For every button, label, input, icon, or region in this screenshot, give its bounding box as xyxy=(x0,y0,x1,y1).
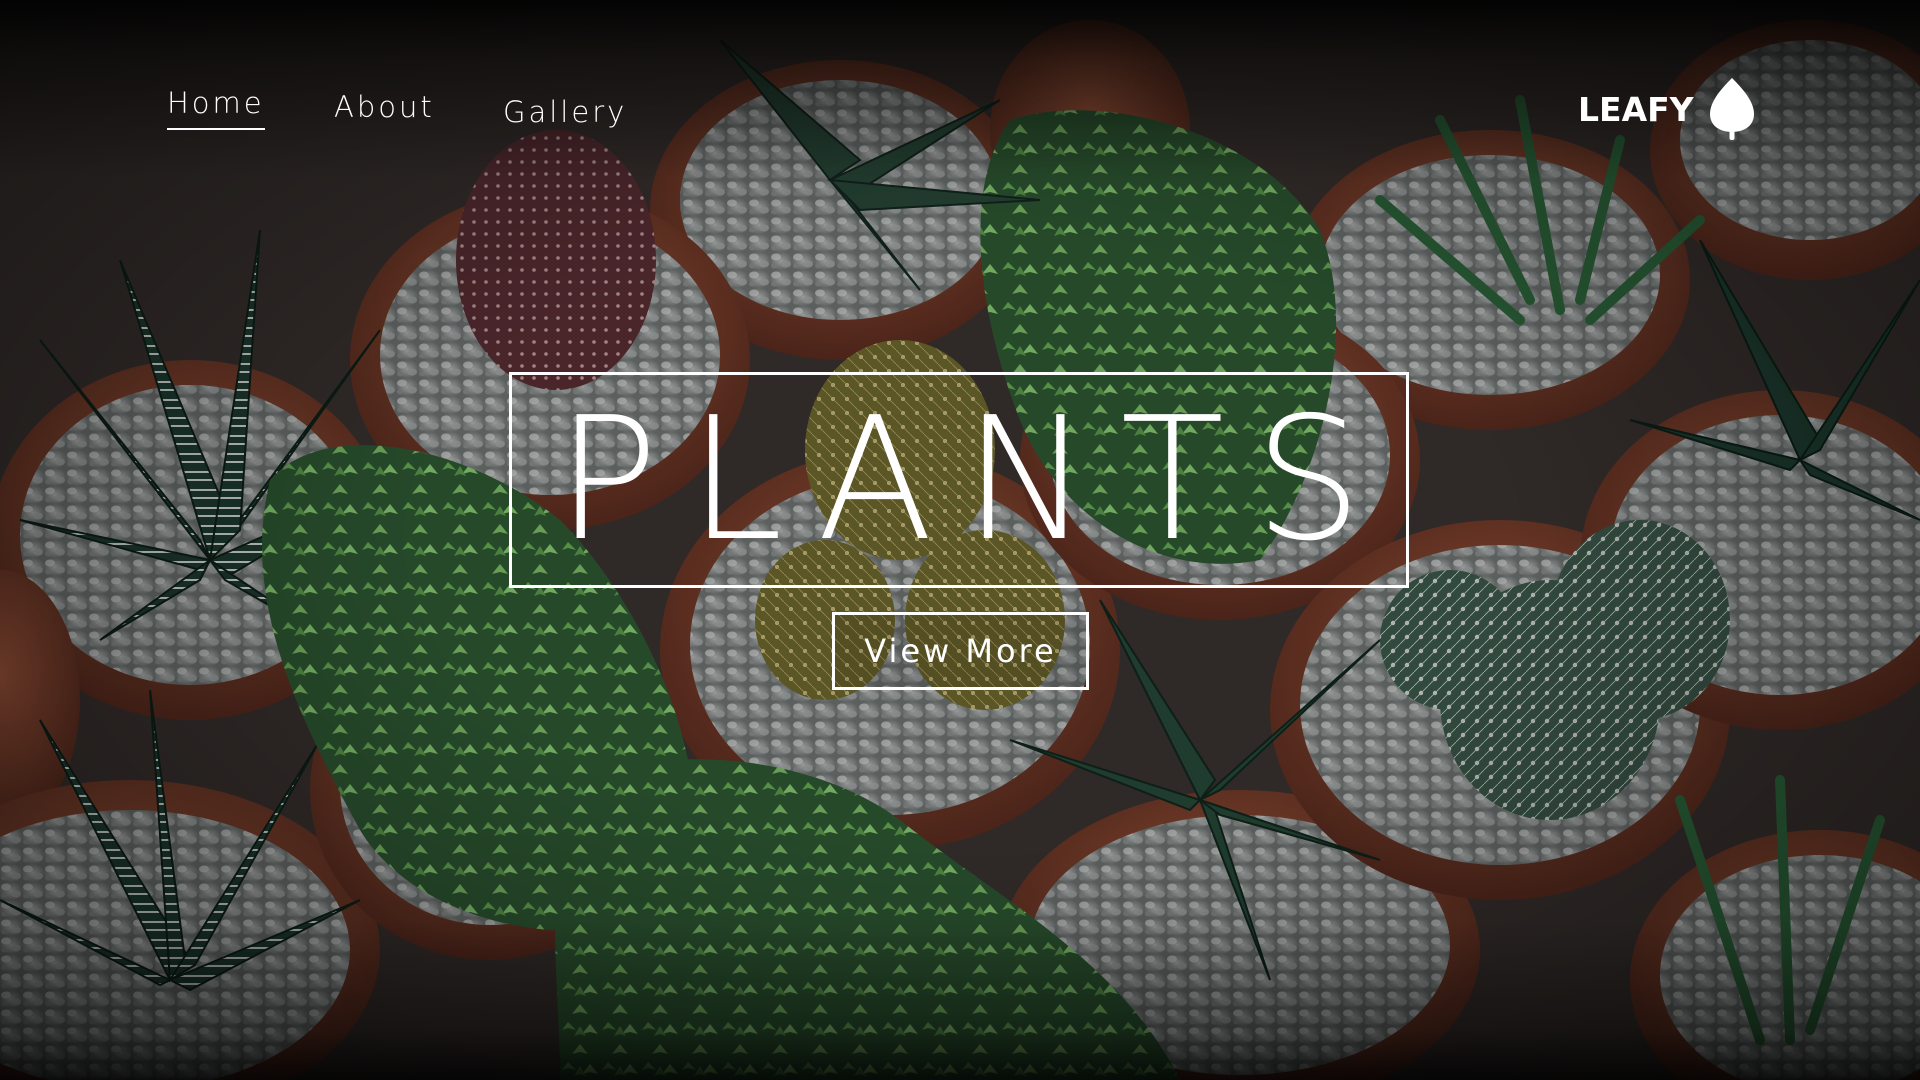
leaf-icon xyxy=(1709,78,1754,140)
view-more-button[interactable]: View More xyxy=(832,612,1089,690)
nav-link-gallery[interactable]: Gallery xyxy=(503,95,627,129)
nav-link-home[interactable]: Home xyxy=(167,86,265,130)
brand-logo[interactable]: LEAFY xyxy=(1578,76,1756,142)
nav-link-about[interactable]: About xyxy=(334,90,435,124)
hero-title-frame: PLANTS xyxy=(509,372,1409,588)
hero-title: PLANTS xyxy=(555,381,1393,579)
brand-name: LEAFY xyxy=(1578,89,1694,129)
